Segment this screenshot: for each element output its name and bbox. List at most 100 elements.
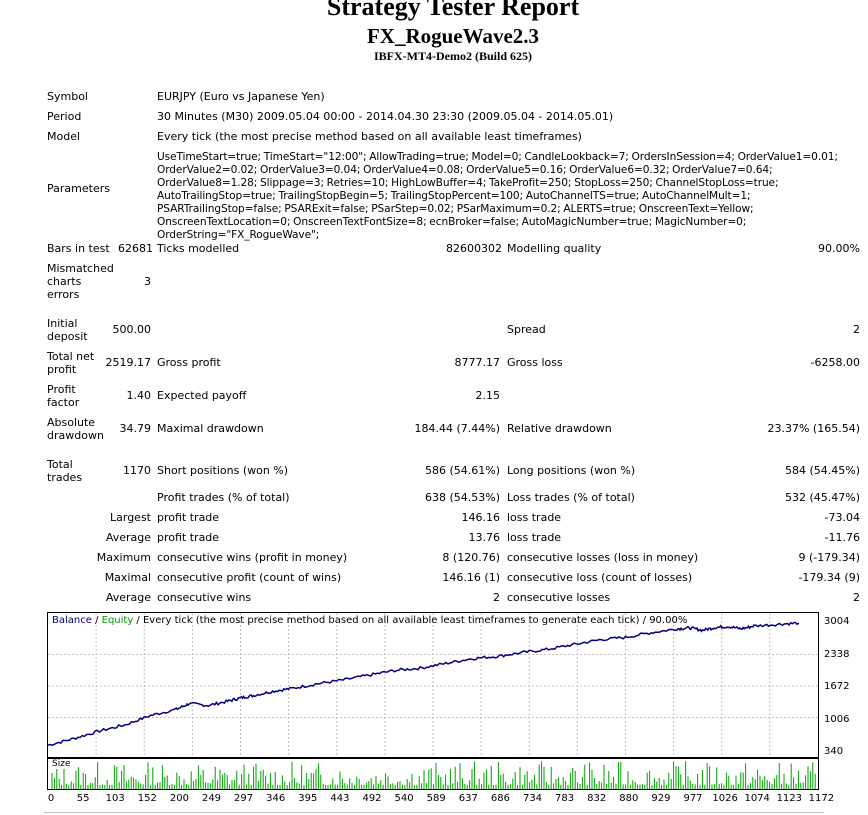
- quality-label: Modelling quality: [507, 242, 602, 255]
- reldd-label: Relative drawdown: [507, 422, 612, 435]
- maximal-loss-value: -179.34 (9): [798, 571, 860, 584]
- short-label: Short positions (won %): [157, 464, 289, 477]
- ticks-value: 82600302: [446, 242, 502, 255]
- y-tick-label: 1006: [824, 713, 850, 725]
- x-tick-label: 200: [169, 793, 189, 804]
- avg-label: Average: [105, 591, 151, 604]
- maxdd-value: 184.44 (7.44%): [414, 422, 500, 435]
- maximal-label: Maximal: [104, 571, 151, 584]
- largest-loss-value: -73.04: [824, 511, 860, 524]
- x-tick-label: 783: [555, 793, 575, 804]
- largest-profit-label: profit trade: [157, 511, 220, 524]
- x-tick-label: 880: [619, 793, 639, 804]
- absdd-label-2: drawdown: [47, 429, 104, 442]
- trades-value: 1170: [123, 464, 151, 477]
- loss-trades-label: Loss trades (% of total): [507, 491, 635, 504]
- maximum-label: Maximum: [96, 551, 151, 564]
- grossprofit-label: Gross profit: [157, 356, 221, 369]
- max-losses-label: consecutive losses (loss in money): [507, 551, 699, 564]
- x-tick-label: 152: [137, 793, 157, 804]
- legend-rest: / Every tick (the most precise method ba…: [133, 615, 688, 626]
- symbol-value: EURJPY (Euro vs Japanese Yen): [157, 90, 325, 103]
- average-profit-value: 13.76: [468, 531, 501, 544]
- server-name: IBFX-MT4-Demo2 (Build 625): [374, 49, 532, 63]
- short-value: 586 (54.61%): [424, 464, 500, 477]
- avg-losses-value: 2: [853, 591, 860, 604]
- loss-trades-value: 532 (45.47%): [784, 491, 860, 504]
- y-tick-label: 2338: [824, 648, 850, 660]
- expected-value: 2.15: [475, 389, 501, 402]
- long-label: Long positions (won %): [507, 464, 636, 477]
- size-chart: Size: [47, 758, 819, 790]
- balance-series-line: [48, 621, 800, 746]
- netprofit-label-2: profit: [47, 363, 77, 376]
- average-loss-value: -11.76: [824, 531, 860, 544]
- quality-value: 90.00%: [818, 242, 860, 255]
- average-label: Average: [105, 531, 151, 544]
- grossloss-label: Gross loss: [507, 356, 563, 369]
- grossloss-value: -6258.00: [810, 356, 860, 369]
- legend-balance: Balance: [52, 615, 92, 626]
- model-label: Model: [47, 130, 81, 143]
- y-tick-label: 3004: [824, 616, 850, 627]
- x-tick-label: 0: [47, 793, 55, 804]
- size-chart-svg: [51, 761, 816, 789]
- maximal-profit-label: consecutive profit (count of wins): [157, 571, 342, 584]
- x-tick-label: 637: [458, 793, 478, 804]
- balance-chart: Balance / Equity / Every tick (the most …: [47, 612, 819, 758]
- x-tick-label: 929: [651, 793, 671, 804]
- x-tick-label: 589: [426, 793, 446, 804]
- legend-equity: Equity: [101, 615, 134, 626]
- trades-label-2: trades: [47, 471, 83, 484]
- max-wins-value: 8 (120.76): [442, 551, 500, 564]
- reldd-value: 23.37% (165.54): [767, 422, 860, 435]
- average-loss-label: loss trade: [507, 531, 562, 544]
- model-value: Every tick (the most precise method base…: [157, 130, 582, 143]
- mismatch-value: 3: [144, 275, 151, 288]
- balance-chart-svg: [48, 613, 818, 757]
- x-tick-label: 734: [522, 793, 543, 804]
- size-label: Size: [52, 759, 71, 769]
- trades-label-1: Total: [47, 458, 73, 471]
- x-tick-label: 443: [330, 793, 350, 804]
- avg-wins-value: 2: [493, 591, 500, 604]
- x-tick-label: 103: [105, 793, 125, 804]
- x-tick-label: 395: [298, 793, 318, 804]
- divider: [44, 812, 824, 813]
- chart-legend: Balance / Equity / Every tick (the most …: [52, 615, 687, 626]
- report-title: Strategy Tester Report: [326, 0, 580, 21]
- profit-trades-value: 638 (54.53%): [424, 491, 500, 504]
- parameters-label: Parameters: [47, 182, 110, 195]
- expected-label: Expected payoff: [157, 389, 247, 402]
- bars-label: Bars in test: [47, 242, 110, 255]
- maximal-loss-label: consecutive loss (count of losses): [507, 571, 693, 584]
- grossprofit-value: 8777.17: [454, 356, 501, 369]
- deposit-label-2: deposit: [47, 330, 88, 343]
- avg-losses-label: consecutive losses: [507, 591, 611, 604]
- maximal-profit-value: 146.16 (1): [442, 571, 500, 584]
- max-losses-value: 9 (-179.34): [798, 551, 860, 564]
- x-tick-label: 977: [683, 793, 703, 804]
- x-tick-label: 492: [362, 793, 382, 804]
- profit-trades-label: Profit trades (% of total): [157, 491, 290, 504]
- x-tick-label: 1026: [712, 793, 738, 804]
- deposit-value: 500.00: [112, 323, 152, 336]
- pf-label-2: factor: [47, 396, 80, 409]
- x-tick-label: 1172: [808, 793, 835, 804]
- avg-wins-label: consecutive wins: [157, 591, 252, 604]
- max-wins-label: consecutive wins (profit in money): [157, 551, 348, 564]
- pf-value: 1.40: [126, 389, 152, 402]
- spread-value: 2: [853, 323, 860, 336]
- y-tick-label: 1672: [824, 681, 850, 692]
- ticks-label: Ticks modelled: [157, 242, 240, 255]
- x-tick-label: 346: [266, 793, 286, 804]
- ea-name: FX_RogueWave2.3: [366, 24, 540, 48]
- average-profit-label: profit trade: [157, 531, 220, 544]
- bars-value: 62681: [118, 242, 153, 255]
- netprofit-label-1: Total net: [47, 350, 95, 363]
- y-tick-label: 340: [824, 746, 844, 757]
- parameters-value: UseTimeStart=true; TimeStart="12:00"; Al…: [157, 151, 838, 241]
- largest-profit-value: 146.16: [461, 511, 501, 524]
- netprofit-value: 2519.17: [105, 356, 152, 369]
- x-tick-label: 1123: [776, 793, 803, 804]
